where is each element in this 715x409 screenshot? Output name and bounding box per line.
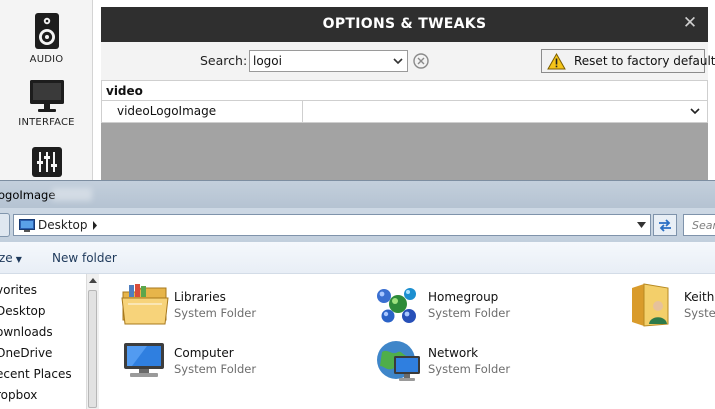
property-row: videoLogoImage (102, 101, 707, 122)
dialog-search-input[interactable]: Search (683, 214, 715, 236)
item-type: System Folder (174, 362, 257, 376)
item-homegroup[interactable]: Homegroup System Folder (374, 282, 614, 332)
file-open-dialog: ogoImage Desktop Sea ze ▼ New folder vor… (0, 180, 715, 409)
item-user-folder[interactable]: Keith F Systen (630, 282, 715, 332)
search-placeholder: Search (692, 219, 715, 232)
nav-item-downloads[interactable]: ownloads (0, 325, 53, 339)
network-icon (377, 341, 420, 381)
dialog-titlebar[interactable]: ogoImage (0, 180, 715, 208)
warning-icon (547, 53, 566, 70)
organize-label: ze (0, 251, 13, 265)
item-type: System Folder (428, 362, 511, 376)
dialog-title: ogoImage (0, 188, 56, 202)
nav-item-desktop[interactable]: Desktop (0, 304, 46, 318)
options-tweaks-panel: OPTIONS & TWEAKS ✕ Search: logoi Reset t… (101, 7, 715, 180)
homegroup-icon (377, 288, 416, 323)
address-dropdown-icon[interactable] (637, 221, 646, 229)
reset-factory-default-button[interactable]: Reset to factory default (541, 49, 715, 73)
breadcrumb-arrow-icon[interactable] (92, 221, 98, 230)
sidebar-item-interface[interactable]: INTERFACE (0, 79, 93, 128)
folder-content-view: Libraries System Folder Homegroup System… (100, 274, 715, 409)
refresh-button[interactable] (653, 214, 677, 236)
chevron-down-icon[interactable] (689, 105, 701, 117)
chevron-down-icon[interactable] (392, 54, 404, 68)
user-folder-icon (632, 283, 669, 327)
navigation-scrollbar[interactable] (86, 274, 99, 409)
command-bar: ze ▼ New folder (0, 242, 715, 274)
sidebar-item-label: AUDIO (29, 54, 64, 65)
sidebar-item-label: INTERFACE (18, 117, 75, 128)
address-row: Desktop Search (0, 208, 715, 242)
sidebar-item-audio[interactable]: AUDIO (0, 12, 93, 65)
item-name: Libraries (174, 290, 226, 304)
screen: AUDIO INTERFACE OPTIONS & TWEAKS ✕ Searc… (0, 0, 715, 409)
nav-item-favorites[interactable]: vorites (0, 283, 37, 297)
nav-item-dropbox[interactable]: ropbox (0, 388, 37, 402)
item-name: Computer (174, 346, 234, 360)
new-folder-button[interactable]: New folder (52, 251, 117, 265)
nav-item-onedrive[interactable]: OneDrive (0, 346, 52, 360)
close-icon[interactable]: ✕ (682, 15, 698, 32)
search-combobox[interactable] (249, 50, 408, 72)
panel-title: OPTIONS & TWEAKS (322, 16, 487, 32)
search-row: Search: Reset to factory default (101, 42, 715, 80)
panel-header: OPTIONS & TWEAKS ✕ (101, 7, 708, 42)
libraries-icon (121, 284, 169, 325)
options-table: video videoLogoImage (101, 80, 708, 123)
monitor-icon (29, 80, 64, 112)
item-type: Systen (684, 306, 715, 320)
address-bar[interactable]: Desktop (13, 214, 651, 236)
clear-search-icon[interactable] (412, 52, 430, 70)
item-type: System Folder (428, 306, 511, 320)
scroll-up-icon[interactable] (89, 277, 97, 283)
sliders-icon (31, 147, 62, 177)
reset-button-label: Reset to factory default (574, 54, 715, 68)
property-name: videoLogoImage (117, 104, 217, 118)
address-location: Desktop (38, 218, 88, 232)
nav-item-recent-places[interactable]: ecent Places (0, 367, 72, 381)
titlebar-glass (52, 188, 92, 201)
item-name: Keith F (684, 290, 715, 304)
settings-sidebar: AUDIO INTERFACE (0, 0, 93, 180)
item-computer[interactable]: Computer System Folder (120, 338, 360, 388)
item-network[interactable]: Network System Folder (374, 338, 614, 388)
dropdown-arrow-icon: ▼ (15, 255, 22, 264)
item-libraries[interactable]: Libraries System Folder (120, 282, 360, 332)
navigation-pane: vorites Desktop ownloads OneDrive ecent … (0, 274, 86, 409)
search-label: Search: (200, 53, 248, 68)
desktop-icon (19, 219, 35, 232)
item-name: Homegroup (428, 290, 499, 304)
sidebar-item-mixer[interactable] (0, 147, 93, 177)
refresh-icon (659, 219, 671, 232)
scrollbar-thumb[interactable] (88, 290, 97, 408)
item-type: System Folder (174, 306, 257, 320)
computer-icon (124, 343, 164, 377)
search-input[interactable] (253, 53, 383, 69)
property-value-dropdown[interactable] (303, 101, 707, 122)
speaker-icon (34, 13, 59, 49)
item-name: Network (428, 346, 479, 360)
organize-button[interactable]: ze ▼ (0, 251, 22, 265)
section-label: video (106, 84, 143, 98)
section-header: video (102, 81, 707, 101)
back-button[interactable] (0, 213, 10, 237)
